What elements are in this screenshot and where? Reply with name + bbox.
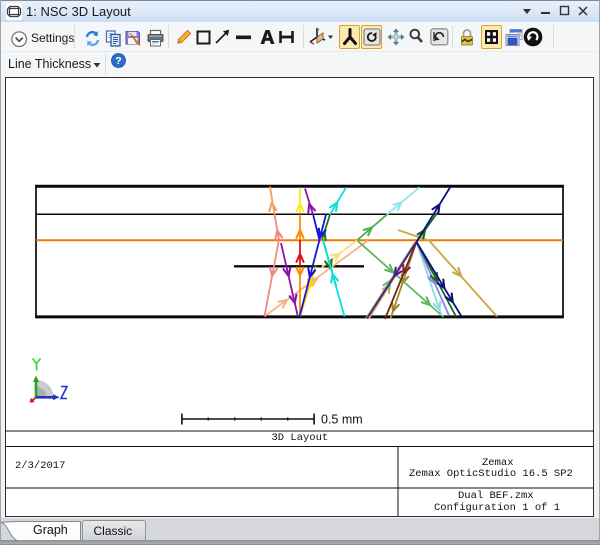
svg-text:0.5 mm: 0.5 mm [321,413,363,427]
